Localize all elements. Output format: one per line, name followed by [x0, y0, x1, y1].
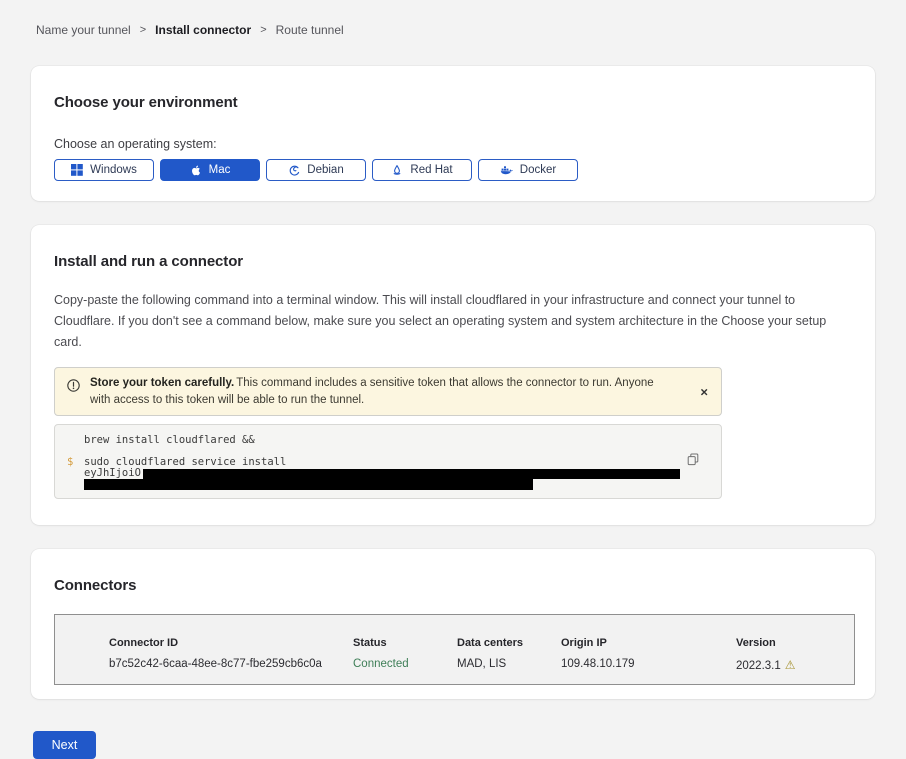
- breadcrumb: Name your tunnel > Install connector > R…: [31, 0, 875, 37]
- connectors-card-title: Connectors: [54, 577, 852, 594]
- os-button-group: Windows Mac Debian Red Hat: [54, 159, 852, 181]
- os-button-docker[interactable]: Docker: [478, 159, 578, 181]
- token-warning-bold: Store your token carefully.: [90, 377, 234, 389]
- apple-icon: [190, 164, 202, 177]
- token-warning-banner: Store your token carefully.This command …: [54, 367, 722, 416]
- tunnel-setup-page: Name your tunnel > Install connector > R…: [0, 0, 906, 759]
- debian-icon: [288, 164, 300, 176]
- column-header-connector-id: Connector ID: [109, 637, 353, 649]
- install-connector-card: Install and run a connector Copy-paste t…: [31, 225, 875, 525]
- os-button-label: Docker: [520, 164, 556, 176]
- command-line-1: brew install cloudflared &&: [84, 435, 678, 446]
- banner-close-icon[interactable]: ×: [696, 382, 712, 401]
- redhat-icon: [391, 164, 403, 176]
- os-button-debian[interactable]: Debian: [266, 159, 366, 181]
- token-warning-text: Store your token carefully.This command …: [90, 375, 675, 408]
- copy-icon[interactable]: [685, 451, 701, 471]
- operating-system-label: Choose an operating system:: [54, 137, 852, 151]
- breadcrumb-name-your-tunnel[interactable]: Name your tunnel: [36, 23, 131, 37]
- command-token-line: eyJhIjoiO: [84, 468, 680, 479]
- os-button-redhat[interactable]: Red Hat: [372, 159, 472, 181]
- version-number: 2022.3.1: [736, 660, 781, 672]
- breadcrumb-install-connector[interactable]: Install connector: [155, 23, 251, 37]
- os-button-label: Red Hat: [410, 164, 452, 176]
- table-row: b7c52c42-6caa-48ee-8c77-fbe259cb6c0a Con…: [109, 649, 854, 672]
- breadcrumb-route-tunnel[interactable]: Route tunnel: [276, 23, 344, 37]
- os-button-label: Debian: [307, 164, 343, 176]
- column-header-version: Version: [736, 637, 854, 649]
- shell-prompt: $: [67, 457, 73, 468]
- os-button-label: Windows: [90, 164, 137, 176]
- status-badge: Connected: [353, 658, 457, 672]
- os-button-label: Mac: [209, 164, 231, 176]
- version-value: 2022.3.1 ⚠: [736, 658, 854, 672]
- breadcrumb-separator: >: [140, 24, 146, 36]
- next-button[interactable]: Next: [33, 731, 96, 759]
- command-line-2: sudo cloudflared service install: [84, 457, 678, 468]
- install-card-title: Install and run a connector: [54, 253, 852, 270]
- install-card-description: Copy-paste the following command into a …: [54, 290, 854, 353]
- install-command-block: $ brew install cloudflared && sudo cloud…: [54, 424, 722, 499]
- warning-triangle-icon[interactable]: ⚠: [785, 658, 796, 672]
- os-button-mac[interactable]: Mac: [160, 159, 260, 181]
- connector-id-value: b7c52c42-6caa-48ee-8c77-fbe259cb6c0a: [109, 658, 353, 672]
- breadcrumb-separator: >: [260, 24, 266, 36]
- token-redaction-bar: [84, 479, 533, 490]
- windows-icon: [71, 164, 83, 176]
- choose-environment-card: Choose your environment Choose an operat…: [31, 66, 875, 201]
- column-header-status: Status: [353, 637, 457, 649]
- token-redaction-bar: [143, 469, 680, 479]
- environment-card-title: Choose your environment: [54, 94, 852, 111]
- data-centers-value: MAD, LIS: [457, 658, 561, 672]
- os-button-windows[interactable]: Windows: [54, 159, 154, 181]
- alert-circle-icon: [67, 379, 80, 408]
- token-prefix: eyJhIjoiO: [84, 468, 141, 479]
- column-header-data-centers: Data centers: [457, 637, 561, 649]
- origin-ip-value: 109.48.10.179: [561, 658, 736, 672]
- column-header-origin-ip: Origin IP: [561, 637, 736, 649]
- connectors-card: Connectors Connector ID Status Data cent…: [31, 549, 875, 699]
- docker-icon: [500, 164, 513, 176]
- connectors-table-header: Connector ID Status Data centers Origin …: [109, 637, 854, 649]
- connectors-table: Connector ID Status Data centers Origin …: [54, 614, 855, 685]
